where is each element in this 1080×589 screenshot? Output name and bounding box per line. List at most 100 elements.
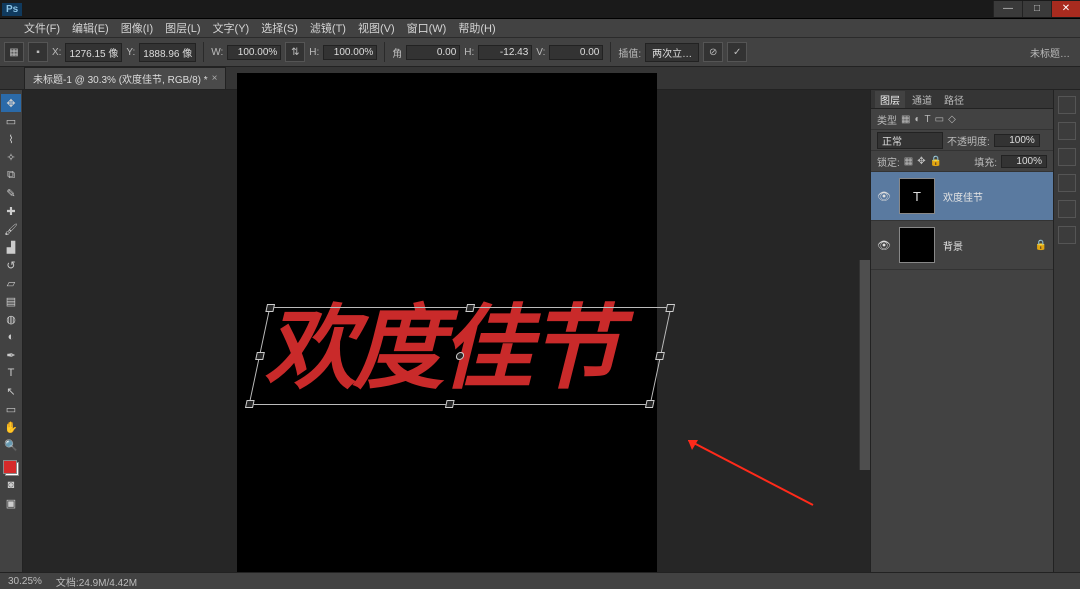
filter-smart-icon[interactable]: ◇	[948, 114, 956, 125]
foreground-color[interactable]	[3, 460, 17, 474]
blur-tool[interactable]: ◍	[1, 310, 21, 328]
gradient-tool[interactable]: ▤	[1, 292, 21, 310]
blend-mode-dropdown[interactable]: 正常	[877, 132, 943, 149]
layer-row[interactable]: 👁 T 欢度佳节	[871, 172, 1053, 221]
zoom-tool[interactable]: 🔍	[1, 436, 21, 454]
lock-icon: 🔒	[1035, 240, 1047, 251]
panel-icon[interactable]	[1058, 226, 1076, 244]
h-field[interactable]: 100.00%	[323, 45, 377, 60]
handle-bot-left[interactable]	[244, 400, 254, 408]
brush-tool[interactable]: 🖌	[1, 220, 21, 238]
w-field[interactable]: 100.00%	[227, 45, 281, 60]
document-tab-title: 未标题-1 @ 30.3% (欢度佳节, RGB/8) *	[33, 71, 208, 86]
handle-center[interactable]	[455, 352, 465, 360]
vertical-scrollbar[interactable]	[859, 260, 870, 470]
tab-layers[interactable]: 图层	[875, 91, 905, 108]
panel-icon[interactable]	[1058, 200, 1076, 218]
filter-adjust-icon[interactable]: ◐	[914, 114, 920, 125]
menu-file[interactable]: 文件(F)	[18, 18, 66, 38]
menu-select[interactable]: 选择(S)	[255, 18, 304, 38]
y-field[interactable]: 1888.96 像	[139, 43, 196, 62]
visibility-icon[interactable]: 👁	[877, 239, 891, 252]
stamp-tool[interactable]: ▟	[1, 238, 21, 256]
filter-type-label: 类型	[877, 112, 897, 127]
eyedropper-tool[interactable]: ✎	[1, 184, 21, 202]
lock-pixels-icon[interactable]: ▦	[904, 156, 913, 167]
handle-top-right[interactable]	[665, 304, 675, 312]
lasso-tool[interactable]: ⌇	[1, 130, 21, 148]
interp-dropdown[interactable]: 两次立…	[645, 43, 699, 62]
menu-edit[interactable]: 编辑(E)	[66, 18, 115, 38]
minimize-button[interactable]: —	[993, 1, 1022, 17]
panel-icon[interactable]	[1058, 96, 1076, 114]
menu-help[interactable]: 帮助(H)	[452, 18, 501, 38]
link-icon[interactable]: ⇅	[285, 42, 305, 62]
crop-tool[interactable]: ⧉	[1, 166, 21, 184]
tab-channels[interactable]: 通道	[907, 91, 937, 108]
handle-mid-right[interactable]	[655, 352, 665, 360]
transform-icon[interactable]: ▦	[4, 42, 24, 62]
x-field[interactable]: 1276.15 像	[65, 43, 122, 62]
history-brush-tool[interactable]: ↺	[1, 256, 21, 274]
hand-tool[interactable]: ✋	[1, 418, 21, 436]
collapsed-panels	[1053, 90, 1080, 589]
skewh-field[interactable]: -12.43	[478, 45, 532, 60]
handle-mid-left[interactable]	[255, 352, 265, 360]
layer-name[interactable]: 背景	[943, 238, 1027, 253]
menu-filter[interactable]: 滤镜(T)	[304, 18, 352, 38]
panel-tabs: 图层 通道 路径	[871, 90, 1053, 109]
visibility-icon[interactable]: 👁	[877, 190, 891, 203]
menu-window[interactable]: 窗口(W)	[401, 18, 453, 38]
filter-type-icon[interactable]: T	[925, 114, 931, 125]
handle-top-mid[interactable]	[465, 304, 475, 312]
document-tab[interactable]: 未标题-1 @ 30.3% (欢度佳节, RGB/8) * ×	[24, 67, 226, 89]
color-swatch[interactable]	[3, 460, 19, 476]
dodge-tool[interactable]: ◐	[1, 328, 21, 346]
type-tool[interactable]: T	[1, 364, 21, 382]
menu-type[interactable]: 文字(Y)	[207, 18, 256, 38]
free-transform-bounds[interactable]	[249, 308, 669, 404]
cancel-transform-icon[interactable]: ⊘	[703, 42, 723, 62]
fill-field[interactable]: 100%	[1001, 155, 1047, 168]
screenmode-tool[interactable]: ▣	[1, 494, 21, 512]
document-canvas[interactable]: 欢度佳节	[237, 73, 657, 589]
quickmask-tool[interactable]: ◙	[1, 476, 21, 494]
path-tool[interactable]: ↖	[1, 382, 21, 400]
opacity-field[interactable]: 100%	[994, 134, 1040, 147]
move-tool[interactable]: ✥	[1, 94, 21, 112]
marquee-tool[interactable]: ▭	[1, 112, 21, 130]
canvas-area[interactable]: 欢度佳节	[23, 90, 870, 589]
wand-tool[interactable]: ✧	[1, 148, 21, 166]
close-tab-icon[interactable]: ×	[212, 73, 218, 84]
handle-bot-mid[interactable]	[444, 400, 454, 408]
menu-image[interactable]: 图像(I)	[115, 18, 159, 38]
panel-icon[interactable]	[1058, 174, 1076, 192]
close-button[interactable]: ✕	[1051, 1, 1080, 17]
menu-view[interactable]: 视图(V)	[352, 18, 401, 38]
layer-thumbnail[interactable]: T	[899, 178, 935, 214]
maximize-button[interactable]: □	[1022, 1, 1051, 17]
reference-point-icon[interactable]: ▪	[28, 42, 48, 62]
pen-tool[interactable]: ✒	[1, 346, 21, 364]
panel-icon[interactable]	[1058, 122, 1076, 140]
tab-paths[interactable]: 路径	[939, 91, 969, 108]
filter-pixel-icon[interactable]: ▦	[901, 114, 910, 125]
zoom-level[interactable]: 30.25%	[8, 576, 42, 587]
handle-top-left[interactable]	[265, 304, 275, 312]
shape-tool[interactable]: ▭	[1, 400, 21, 418]
panel-icon[interactable]	[1058, 148, 1076, 166]
lock-all-icon[interactable]: 🔒	[930, 156, 942, 167]
eraser-tool[interactable]: ▱	[1, 274, 21, 292]
layer-thumbnail[interactable]	[899, 227, 935, 263]
skewv-field[interactable]: 0.00	[549, 45, 603, 60]
angle-field[interactable]: 0.00	[406, 45, 460, 60]
menu-layer[interactable]: 图层(L)	[159, 18, 206, 38]
commit-transform-icon[interactable]: ✓	[727, 42, 747, 62]
layer-name[interactable]: 欢度佳节	[943, 189, 1047, 204]
angle-label: 角	[392, 45, 402, 60]
layer-row[interactable]: 👁 背景 🔒	[871, 221, 1053, 270]
lock-position-icon[interactable]: ✥	[917, 156, 925, 167]
filter-shape-icon[interactable]: ▭	[935, 114, 944, 125]
heal-tool[interactable]: ✚	[1, 202, 21, 220]
handle-bot-right[interactable]	[644, 400, 654, 408]
